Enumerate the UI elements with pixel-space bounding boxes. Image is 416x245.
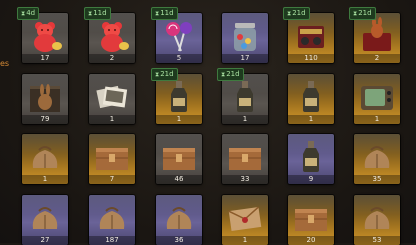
item-count: 79	[22, 115, 68, 124]
item-count: 46	[156, 175, 202, 184]
timer-value: 4d	[26, 9, 36, 17]
inventory-slot-lollipops[interactable]: 5	[156, 13, 202, 63]
item-count: 9	[288, 175, 334, 184]
bottle-icon	[291, 138, 331, 174]
envelope-icon	[225, 199, 265, 235]
inventory-slot-burlap-sack-2[interactable]: 27	[22, 195, 68, 245]
hourglass-icon: ⧗	[287, 10, 292, 17]
timer-value: 11d	[160, 9, 174, 17]
inventory-slot-brown-bottle[interactable]: 1	[288, 74, 334, 124]
item-count: 1	[89, 115, 135, 124]
inventory-grid: 17 ⧗4d 2 ⧗11d 5 ⧗11d 17 110 ⧗21d 2 ⧗21d 79 1 1 ⧗21d 1 ⧗2…	[0, 0, 416, 245]
inventory-slot-burlap-sack-5[interactable]: 53	[354, 195, 400, 245]
crate-icon	[159, 138, 199, 174]
sack-icon	[25, 199, 65, 235]
item-count: 1	[156, 115, 202, 124]
lollipop-icon	[159, 17, 199, 53]
timer-value: 11d	[93, 9, 107, 17]
sack-icon	[357, 199, 397, 235]
item-count: 17	[22, 54, 68, 63]
inventory-slot-wooden-crate-1[interactable]: 46	[156, 134, 202, 184]
gummy-bear-icon	[92, 17, 132, 53]
expiry-timer-badge: ⧗21d	[283, 7, 310, 20]
timer-value: 21d	[226, 70, 240, 78]
inventory-slot-envelope-bundle[interactable]: 1	[222, 195, 268, 245]
item-count: 20	[288, 236, 334, 245]
inventory-slot-candy-jar[interactable]: 17	[222, 13, 268, 63]
expiry-timer-badge: ⧗21d	[349, 7, 376, 20]
timer-value: 21d	[358, 9, 372, 17]
crate-icon	[291, 199, 331, 235]
sack-icon	[357, 138, 397, 174]
bunny-crate-icon	[25, 78, 65, 114]
inventory-slot-milk-bottle-photos[interactable]: 1	[156, 74, 202, 124]
inventory-slot-gummy-bear-red[interactable]: 2	[89, 13, 135, 63]
expiry-timer-badge: ⧗21d	[217, 68, 244, 81]
item-count: 35	[354, 175, 400, 184]
expiry-timer-badge: ⧗11d	[151, 7, 178, 20]
item-count: 110	[288, 54, 334, 63]
item-count: 1	[222, 115, 268, 124]
timer-value: 21d	[292, 9, 306, 17]
item-count: 2	[89, 54, 135, 63]
bottle-icon	[291, 78, 331, 114]
crate-icon	[92, 138, 132, 174]
gummy-bear-icon	[25, 17, 65, 53]
item-count: 27	[22, 236, 68, 245]
inventory-slot-gummy-bear-red-stack[interactable]: 17	[22, 13, 68, 63]
item-count: 1	[22, 175, 68, 184]
inventory-slot-chocolate-bunny-box[interactable]: 2	[354, 13, 400, 63]
item-count: 2	[354, 54, 400, 63]
hourglass-icon: ⧗	[155, 10, 160, 17]
expiry-timer-badge: ⧗21d	[151, 68, 178, 81]
bunny-box-icon	[357, 17, 397, 53]
hourglass-icon: ⧗	[88, 10, 93, 17]
item-count: 36	[156, 236, 202, 245]
item-count: 1	[354, 115, 400, 124]
item-count: 33	[222, 175, 268, 184]
film-box-icon	[291, 17, 331, 53]
tv-icon	[357, 78, 397, 114]
sack-icon	[25, 138, 65, 174]
inventory-slot-dark-bottle[interactable]: 9	[288, 134, 334, 184]
inventory-slot-film-reel-box[interactable]: 110	[288, 13, 334, 63]
jar-icon	[225, 17, 265, 53]
inventory-slot-burlap-sack-3[interactable]: 187	[89, 195, 135, 245]
inventory-slot-burlap-sack-1[interactable]: 35	[354, 134, 400, 184]
bottle-icon	[159, 78, 199, 114]
item-count: 187	[89, 236, 135, 245]
item-count: 53	[354, 236, 400, 245]
inventory-slot-wooden-crate-2[interactable]: 33	[222, 134, 268, 184]
inventory-slot-photo-stack[interactable]: 1	[89, 74, 135, 124]
inventory-slot-burlap-sack-4[interactable]: 36	[156, 195, 202, 245]
hourglass-icon: ⧗	[353, 10, 358, 17]
hourglass-icon: ⧗	[21, 10, 26, 17]
expiry-timer-badge: ⧗11d	[84, 7, 111, 20]
sack-icon	[159, 199, 199, 235]
crate-icon	[225, 138, 265, 174]
sack-icon	[92, 199, 132, 235]
item-count: 17	[222, 54, 268, 63]
expiry-timer-badge: ⧗4d	[17, 7, 40, 20]
item-count: 5	[156, 54, 202, 63]
hourglass-icon: ⧗	[155, 71, 160, 78]
inventory-slot-wooden-crate-3[interactable]: 20	[288, 195, 334, 245]
inventory-slot-milk-bottle-photos-2[interactable]: 1	[222, 74, 268, 124]
inventory-slot-retro-tv[interactable]: 1	[354, 74, 400, 124]
inventory-slot-golden-sack[interactable]: 1	[22, 134, 68, 184]
inventory-slot-dark-crate[interactable]: 7	[89, 134, 135, 184]
inventory-slot-bunny-crate[interactable]: 79	[22, 74, 68, 124]
timer-value: 21d	[160, 70, 174, 78]
hourglass-icon: ⧗	[221, 71, 226, 78]
item-count: 1	[288, 115, 334, 124]
item-count: 1	[222, 236, 268, 245]
item-count: 7	[89, 175, 135, 184]
photos-icon	[92, 78, 132, 114]
bottle-icon	[225, 78, 265, 114]
